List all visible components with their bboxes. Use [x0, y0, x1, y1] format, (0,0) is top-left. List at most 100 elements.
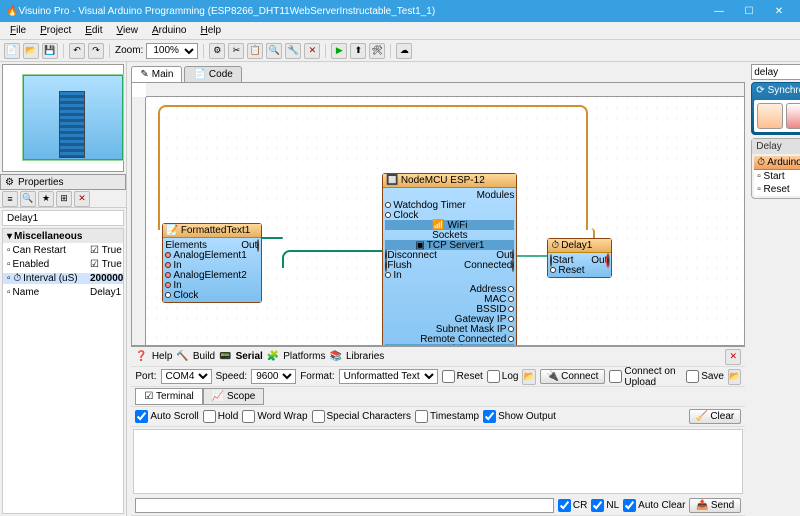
new-icon[interactable]: 📄 [4, 43, 20, 59]
pin[interactable] [385, 272, 391, 278]
log-folder-icon[interactable]: 📂 [522, 369, 535, 385]
save-icon[interactable]: 💾 [42, 43, 58, 59]
prop-tool-icon[interactable]: ★ [38, 191, 54, 207]
bottom-panel: ❓Help 🔨Build 📟Serial 🧩Platforms 📚Librari… [131, 346, 745, 516]
run-icon[interactable]: ▶ [331, 43, 347, 59]
connect-button[interactable]: 🔌 Connect [540, 369, 606, 384]
node-delay1[interactable]: ⏱Delay1 StartOut Reset [547, 238, 612, 278]
tool-icon[interactable]: 📋 [247, 43, 263, 59]
tab-libraries[interactable]: Libraries [346, 351, 384, 362]
log-checkbox[interactable]: Log [487, 370, 519, 383]
tab-help[interactable]: Help [152, 351, 173, 362]
text-icon: 📝 [166, 225, 178, 236]
prop-tool-icon[interactable]: ⊞ [56, 191, 72, 207]
tool-icon[interactable]: ✕ [304, 43, 320, 59]
minimize-button[interactable]: — [704, 0, 734, 22]
tool-icon[interactable]: ✂ [228, 43, 244, 59]
show-checkbox[interactable]: Show Output [483, 410, 556, 423]
terminal-output[interactable] [133, 429, 743, 494]
save-checkbox[interactable]: Save [686, 370, 724, 383]
spec-checkbox[interactable]: Special Characters [312, 410, 411, 423]
pin[interactable] [508, 336, 514, 342]
cou-checkbox[interactable]: Connect on Upload [609, 366, 678, 388]
pin[interactable] [508, 296, 514, 302]
prop-tool-icon[interactable]: ≡ [2, 191, 18, 207]
open-icon[interactable]: 📂 [23, 43, 39, 59]
properties-tree[interactable]: ▾ Miscellaneous ▫ Can Restart☑ True ▫ En… [2, 228, 124, 514]
pin[interactable] [508, 326, 514, 332]
tab-code[interactable]: 📄 Code [184, 66, 241, 82]
gear-icon: ⚙ [5, 177, 14, 188]
close-panel-icon[interactable]: ✕ [725, 349, 741, 365]
component-palette: ★ ⊞ ⊟ ⊡ ✕ ⟳Synchronization Delay ⏱ Ardui… [749, 62, 800, 516]
cr-checkbox[interactable]: CR [558, 499, 587, 512]
pin[interactable] [607, 254, 609, 267]
format-select[interactable]: Unformatted Text [339, 369, 438, 384]
palette-item-header[interactable]: ⏱ Arduino/Delay [754, 156, 800, 170]
send-input[interactable] [135, 498, 554, 513]
pin-in[interactable] [165, 262, 171, 268]
menu-project[interactable]: Project [34, 23, 77, 38]
menu-edit[interactable]: Edit [79, 23, 108, 38]
tab-main[interactable]: ✎ Main [131, 66, 182, 82]
port-select[interactable]: COM4 [161, 369, 212, 384]
node-nodemcu[interactable]: 🔲NodeMCU ESP-12 Modules Watchdog Timer C… [382, 173, 517, 346]
search-input[interactable] [751, 64, 800, 80]
pin[interactable] [508, 316, 514, 322]
pin[interactable] [508, 286, 514, 292]
tab-serial[interactable]: Serial [236, 351, 263, 362]
autoclear-checkbox[interactable]: Auto Clear [623, 499, 685, 512]
speed-select[interactable]: 9600 [251, 369, 296, 384]
prop-tool-icon[interactable]: ✕ [74, 191, 90, 207]
menu-arduino[interactable]: Arduino [146, 23, 192, 38]
pin-clock[interactable] [165, 292, 171, 298]
board-icon[interactable]: 🛠 [369, 43, 385, 59]
menu-file[interactable]: File [4, 23, 32, 38]
pin-in[interactable] [165, 282, 171, 288]
nl-checkbox[interactable]: NL [591, 499, 619, 512]
cloud-icon[interactable]: ☁ [396, 43, 412, 59]
zoom-label: Zoom: [115, 45, 143, 56]
pin[interactable] [385, 202, 391, 208]
close-button[interactable]: ✕ [764, 0, 794, 22]
autoscroll-checkbox[interactable]: Auto Scroll [135, 410, 198, 423]
tool-icon[interactable]: ⚙ [209, 43, 225, 59]
pin[interactable] [512, 259, 514, 272]
menu-view[interactable]: View [110, 23, 144, 38]
menu-help[interactable]: Help [194, 23, 227, 38]
node-formattedtext1[interactable]: 📝FormattedText1 ElementsOut AnalogElemen… [162, 223, 262, 303]
send-button[interactable]: 📤 Send [689, 498, 741, 513]
undo-icon[interactable]: ↶ [69, 43, 85, 59]
pin[interactable] [508, 306, 514, 312]
maximize-button[interactable]: ☐ [734, 0, 764, 22]
tool-icon[interactable]: 🔍 [266, 43, 282, 59]
hold-checkbox[interactable]: Hold [203, 410, 239, 423]
prop-tool-icon[interactable]: 🔍 [20, 191, 36, 207]
properties-toolbar: ≡ 🔍 ★ ⊞ ✕ [0, 190, 126, 208]
tab-build[interactable]: Build [193, 351, 215, 362]
reset-checkbox[interactable]: Reset [442, 370, 483, 383]
tab-platforms[interactable]: Platforms [283, 351, 325, 362]
properties-header: ⚙ Properties [0, 174, 126, 190]
ts-checkbox[interactable]: Timestamp [415, 410, 479, 423]
tab-scope[interactable]: 📈 Scope [203, 388, 265, 405]
tab-terminal[interactable]: ☑ Terminal [135, 388, 202, 405]
tool-icon[interactable]: 🔧 [285, 43, 301, 59]
upload-icon[interactable]: ⬆ [350, 43, 366, 59]
preview-panel[interactable] [2, 64, 124, 172]
pin-out[interactable] [257, 239, 259, 252]
clear-button[interactable]: 🧹 Clear [689, 409, 741, 424]
pin[interactable] [385, 212, 391, 218]
pin-in[interactable] [165, 252, 171, 258]
save-folder-icon[interactable]: 📂 [728, 369, 741, 385]
pin[interactable] [550, 267, 556, 273]
toolbar: 📄 📂 💾 ↶ ↷ Zoom: 100% ⚙ ✂ 📋 🔍 🔧 ✕ ▶ ⬆ 🛠 ☁ [0, 40, 800, 62]
palette-item[interactable] [786, 103, 800, 129]
wrap-checkbox[interactable]: Word Wrap [242, 410, 307, 423]
palette-item[interactable] [757, 103, 783, 129]
menubar: File Project Edit View Arduino Help [0, 22, 800, 40]
zoom-select[interactable]: 100% [146, 43, 198, 59]
pin-in[interactable] [165, 272, 171, 278]
redo-icon[interactable]: ↷ [88, 43, 104, 59]
design-canvas[interactable]: 📝FormattedText1 ElementsOut AnalogElemen… [131, 82, 745, 346]
